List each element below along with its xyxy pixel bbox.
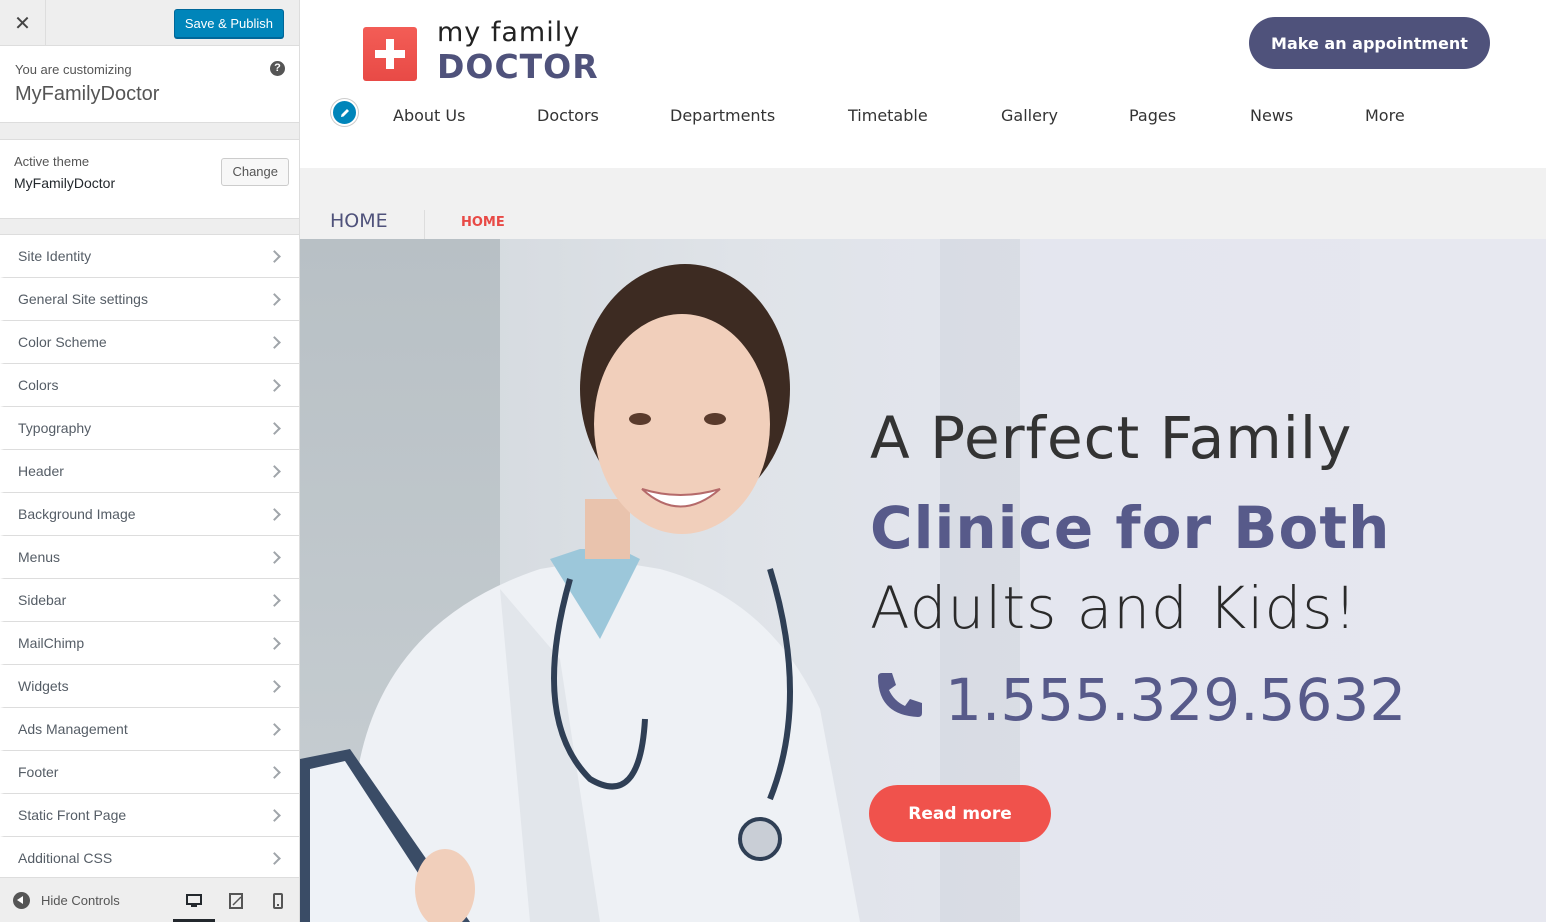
- section-color-scheme[interactable]: Color Scheme: [0, 321, 299, 364]
- section-label: MailChimp: [18, 635, 85, 651]
- desktop-icon[interactable]: [173, 878, 215, 922]
- chevron-right-icon: [268, 851, 281, 865]
- chevron-right-icon: [268, 679, 281, 693]
- chevron-right-icon: [268, 335, 281, 349]
- section-general-site-settings[interactable]: General Site settings: [0, 278, 299, 321]
- section-menus[interactable]: Menus: [0, 536, 299, 579]
- device-switcher: [173, 878, 299, 922]
- make-appointment-button[interactable]: Make an appointment: [1249, 17, 1490, 69]
- hero-banner: A Perfect Family Clinice for Both Adults…: [300, 239, 1546, 922]
- section-label: Static Front Page: [18, 807, 127, 823]
- logo-text-bottom[interactable]: DOCTOR: [437, 47, 599, 86]
- chevron-right-icon: [268, 421, 281, 435]
- chevron-right-icon: [268, 507, 281, 521]
- logo-cross-icon[interactable]: [363, 27, 417, 81]
- nav-departments[interactable]: Departments: [670, 106, 775, 125]
- customizer-header: ✕ Save & Publish: [0, 0, 299, 46]
- chevron-right-icon: [268, 249, 281, 263]
- customizing-label: You are customizing: [15, 62, 132, 77]
- site-preview: my family DOCTOR Make an appointment Abo…: [300, 0, 1546, 922]
- breadcrumb-home-link[interactable]: HOME: [461, 215, 505, 230]
- section-label: Sidebar: [18, 592, 67, 608]
- chevron-right-icon: [268, 292, 281, 306]
- section-label: Additional CSS: [18, 850, 113, 866]
- read-more-button[interactable]: Read more: [869, 785, 1051, 842]
- section-label: Widgets: [18, 678, 69, 694]
- chevron-right-icon: [268, 765, 281, 779]
- section-label: Ads Management: [18, 721, 128, 737]
- section-label: Background Image: [18, 506, 136, 522]
- section-label: Color Scheme: [18, 334, 107, 350]
- nav-doctors[interactable]: Doctors: [537, 106, 599, 125]
- hero-line-2: Clinice for Both: [870, 494, 1391, 562]
- section-widgets[interactable]: Widgets: [0, 665, 299, 708]
- collapse-arrow-icon: [13, 891, 30, 909]
- logo-text-top[interactable]: my family: [437, 17, 580, 48]
- section-label: Header: [18, 463, 64, 479]
- section-label: Footer: [18, 764, 59, 780]
- customizer-sections: Site Identity General Site settings Colo…: [0, 234, 299, 880]
- section-sidebar[interactable]: Sidebar: [0, 579, 299, 622]
- hero-background-right: [1360, 239, 1546, 922]
- chevron-right-icon: [268, 464, 281, 478]
- customizer-sidebar: ✕ Save & Publish You are customizing MyF…: [0, 0, 300, 922]
- chevron-right-icon: [268, 636, 281, 650]
- hero-line-1: A Perfect Family: [870, 404, 1353, 472]
- active-theme-panel: Active theme MyFamilyDoctor Change: [0, 139, 299, 219]
- section-footer[interactable]: Footer: [0, 751, 299, 794]
- chevron-right-icon: [268, 593, 281, 607]
- save-publish-button[interactable]: Save & Publish: [173, 9, 284, 38]
- tablet-icon[interactable]: [215, 878, 257, 922]
- nav-gallery[interactable]: Gallery: [1001, 106, 1058, 125]
- chevron-right-icon: [268, 378, 281, 392]
- chevron-right-icon: [268, 722, 281, 736]
- section-static-front-page[interactable]: Static Front Page: [0, 794, 299, 837]
- section-label: Menus: [18, 549, 61, 565]
- close-icon[interactable]: ✕: [0, 0, 46, 46]
- nav-pages[interactable]: Pages: [1129, 106, 1176, 125]
- doctor-photo: [300, 264, 860, 922]
- phone-number[interactable]: 1.555.329.5632: [945, 666, 1406, 734]
- breadcrumb-bar: HOME HOME: [300, 168, 1546, 239]
- section-label: General Site settings: [18, 291, 148, 307]
- site-header: my family DOCTOR Make an appointment Abo…: [300, 0, 1546, 168]
- section-colors[interactable]: Colors: [0, 364, 299, 407]
- phone-icon: [874, 669, 926, 725]
- chevron-right-icon: [268, 550, 281, 564]
- nav-about-us[interactable]: About Us: [393, 106, 465, 125]
- hide-controls-label: Hide Controls: [41, 892, 120, 908]
- main-nav: About Us Doctors Departments Timetable G…: [300, 106, 1546, 130]
- help-icon[interactable]: ?: [270, 61, 285, 76]
- page-title: HOME: [330, 210, 388, 232]
- section-typography[interactable]: Typography: [0, 407, 299, 450]
- section-ads-management[interactable]: Ads Management: [0, 708, 299, 751]
- section-background-image[interactable]: Background Image: [0, 493, 299, 536]
- mobile-icon[interactable]: [257, 878, 299, 922]
- customizer-footer: Hide Controls: [0, 877, 299, 922]
- section-label: Colors: [18, 377, 59, 393]
- section-label: Site Identity: [18, 248, 92, 264]
- chevron-right-icon: [268, 808, 281, 822]
- nav-news[interactable]: News: [1250, 106, 1293, 125]
- hide-controls-button[interactable]: Hide Controls: [0, 891, 120, 909]
- section-mailchimp[interactable]: MailChimp: [0, 622, 299, 665]
- hero-line-3: Adults and Kids!: [870, 574, 1358, 642]
- nav-timetable[interactable]: Timetable: [848, 106, 928, 125]
- nav-more[interactable]: More: [1365, 106, 1405, 125]
- site-name: MyFamilyDoctor: [15, 83, 160, 105]
- section-label: Typography: [18, 420, 92, 436]
- section-additional-css[interactable]: Additional CSS: [0, 837, 299, 880]
- section-header[interactable]: Header: [0, 450, 299, 493]
- breadcrumb-divider: [424, 210, 425, 239]
- customizing-info: You are customizing MyFamilyDoctor ?: [0, 46, 299, 123]
- section-site-identity[interactable]: Site Identity: [0, 235, 299, 278]
- change-theme-button[interactable]: Change: [221, 158, 289, 186]
